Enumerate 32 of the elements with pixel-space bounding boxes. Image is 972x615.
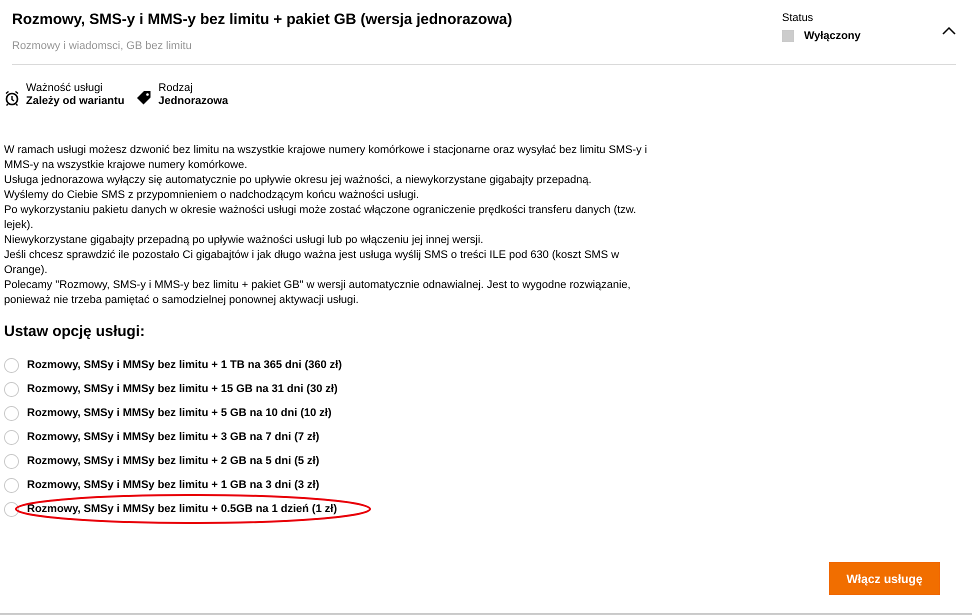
description-paragraph: Usługa jednorazowa wyłączy się automatycznie po upływie okresu jej ważności, a niewykorzystane gigabajty przepadną. — [4, 173, 593, 188]
option-label[interactable]: Rozmowy, SMSy i MMSy bez limitu + 2 GB na 5 dni (5 zł) — [27, 455, 320, 467]
alarm-clock-icon — [4, 90, 20, 106]
description-paragraph: Polecamy "Rozmowy, SMS-y i MMS-y bez limitu + pakiet GB" w wersji automatycznie odnawialnej. Jest to wygodne rozwiązanie, ponieważ nie trzeba pamiętać o samodzielnej ponownej aktywacji usługi. — [4, 278, 632, 308]
description-paragraph: Wyślemy do Ciebie SMS z przypomnieniem o nadchodzącym końcu ważności usługi. — [4, 188, 420, 203]
radio-button[interactable] — [4, 406, 19, 420]
status-label: Status — [782, 12, 814, 24]
option-label[interactable]: Rozmowy, SMSy i MMSy bez limitu + 1 GB na 3 dni (3 zł) — [27, 479, 320, 491]
service-subtitle: Rozmowy i wiadomsci, GB bez limitu — [12, 40, 193, 52]
service-title: Rozmowy, SMS-y i MMS-y bez limitu + pakiet GB (wersja jednorazowa) — [12, 11, 514, 28]
fact-label: Rodzaj — [158, 82, 194, 94]
option-label[interactable]: Rozmowy, SMSy i MMSy bez limitu + 3 GB na 7 dni (7 zł) — [27, 431, 320, 443]
option-label[interactable]: Rozmowy, SMSy i MMSy bez limitu + 5 GB na 10 dni (10 zł) — [27, 407, 332, 419]
option-label[interactable]: Rozmowy, SMSy i MMSy bez limitu + 15 GB na 31 dni (30 zł) — [27, 383, 338, 395]
radio-button[interactable] — [4, 430, 19, 444]
description-paragraph: Jeśli chcesz sprawdzić ile pozostało Ci gigabajtów i jak długo ważna jest usługa wyślij SMS o treści ILE pod 630 (koszt SMS w Orange). — [4, 248, 620, 278]
radio-button[interactable] — [4, 382, 19, 396]
fact-value: Jednorazowa — [158, 95, 228, 107]
options-heading: Ustaw opcję usługi: — [3, 322, 146, 340]
description-paragraph: Po wykorzystaniu pakietu danych w okresie ważności usługi może zostać włączone ograniczenie prędkości transferu danych (tzw. lejek). — [4, 203, 638, 233]
collapse-icon[interactable] — [942, 26, 956, 36]
description-paragraph: W ramach usługi możesz dzwonić bez limitu na wszystkie krajowe numery komórkowe i stacjonarne oraz wysyłać bez limitu SMS-y i MMS-y na wszystkie krajowe numery komórkowe. — [4, 143, 648, 173]
radio-button[interactable] — [4, 478, 19, 492]
radio-button[interactable] — [4, 454, 19, 468]
status-value: Wyłączony — [804, 30, 861, 42]
option-label[interactable]: Rozmowy, SMSy i MMSy bez limitu + 1 TB na 365 dni (360 zł) — [27, 359, 342, 371]
fact-label: Ważność usługi — [26, 82, 104, 94]
tag-icon — [136, 90, 152, 106]
description-paragraph: Niewykorzystane gigabajty przepadną po upływie ważności usługi lub po włączeniu jej innej wersji. — [4, 233, 484, 248]
radio-button[interactable] — [4, 358, 19, 372]
radio-button[interactable] — [4, 502, 19, 516]
fact-value: Zależy od wariantu — [26, 95, 124, 107]
